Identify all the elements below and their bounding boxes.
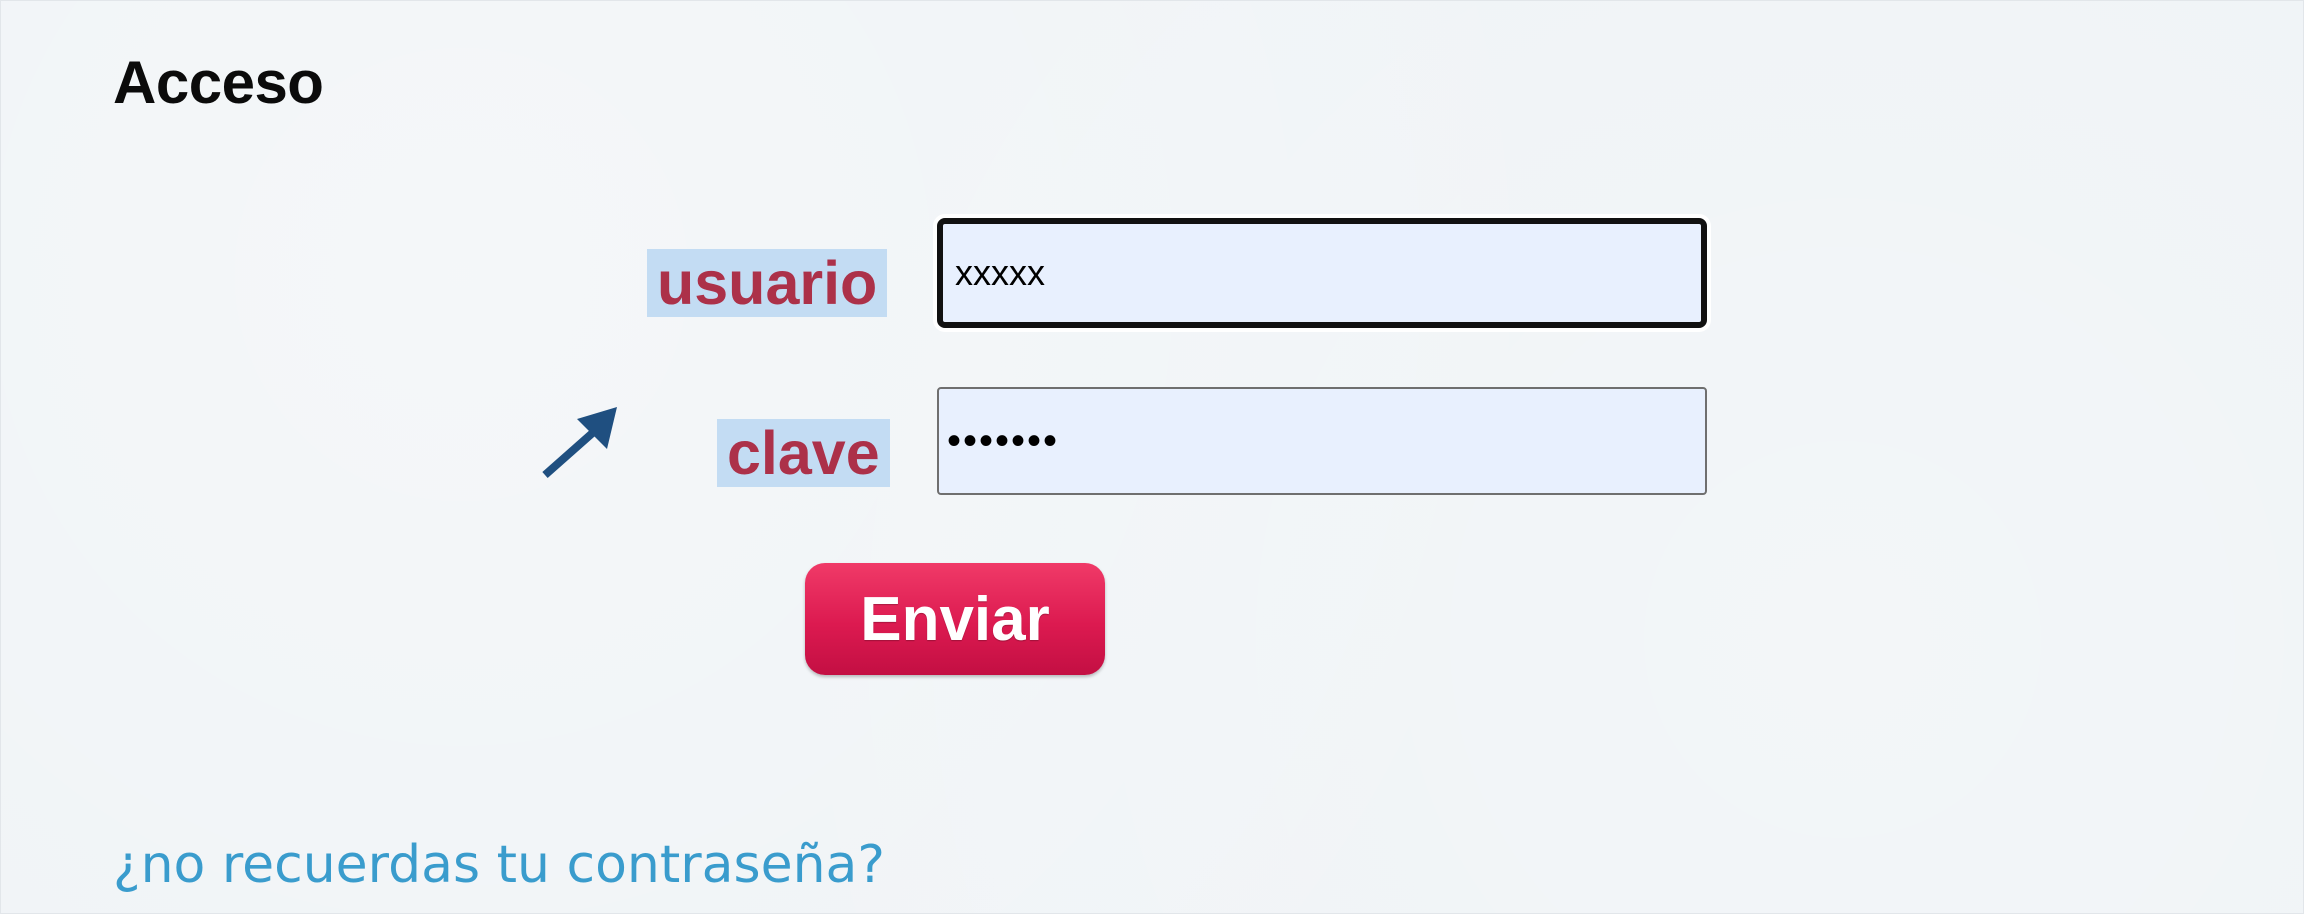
password-input[interactable] [937, 387, 1707, 495]
submit-button[interactable]: Enviar [805, 563, 1105, 675]
arrow-up-right-icon [542, 407, 617, 478]
forgot-password-link[interactable]: ¿no recuerdas tu contraseña? [113, 839, 885, 891]
password-label: clave [717, 419, 890, 487]
page-title: Acceso [113, 49, 324, 116]
login-panel: Acceso usuario clave Enviar ¿no recuerda… [0, 0, 2304, 914]
username-label: usuario [647, 249, 888, 317]
username-input[interactable] [937, 218, 1707, 328]
